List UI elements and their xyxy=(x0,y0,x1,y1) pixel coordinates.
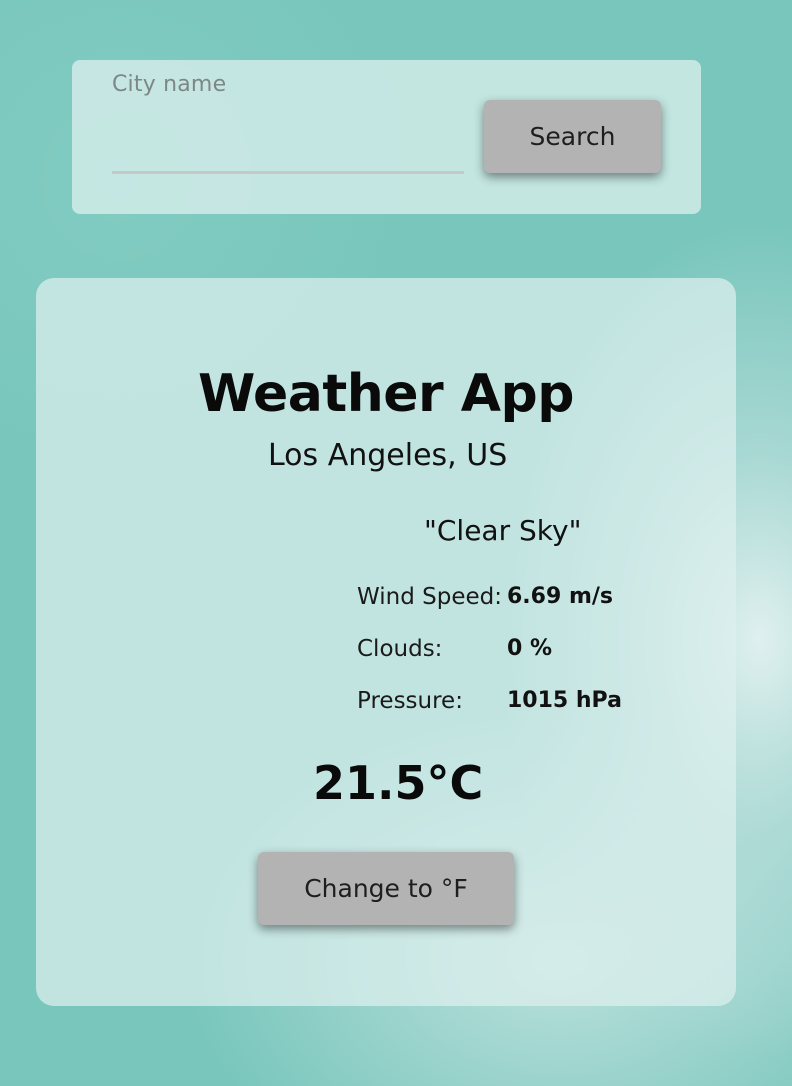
city-name-input[interactable] xyxy=(112,134,464,174)
wind-speed-value: 6.69 m/s xyxy=(507,584,613,609)
location-text: Los Angeles, US xyxy=(268,438,508,473)
pressure-value: 1015 hPa xyxy=(507,688,622,713)
city-name-label: City name xyxy=(112,72,227,97)
app-title: Weather App xyxy=(198,364,574,424)
change-unit-button[interactable]: Change to °F xyxy=(258,852,514,925)
weather-description: "Clear Sky" xyxy=(424,514,582,547)
temperature-value: 21.5°C xyxy=(313,756,484,810)
clouds-label: Clouds: xyxy=(357,636,443,662)
clouds-value: 0 % xyxy=(507,636,553,661)
weather-card: Weather App Los Angeles, US "Clear Sky" … xyxy=(36,278,736,1006)
pressure-label: Pressure: xyxy=(357,688,463,714)
wind-speed-label: Wind Speed: xyxy=(357,584,502,610)
search-panel: City name Search xyxy=(72,60,701,214)
search-button[interactable]: Search xyxy=(484,100,661,173)
